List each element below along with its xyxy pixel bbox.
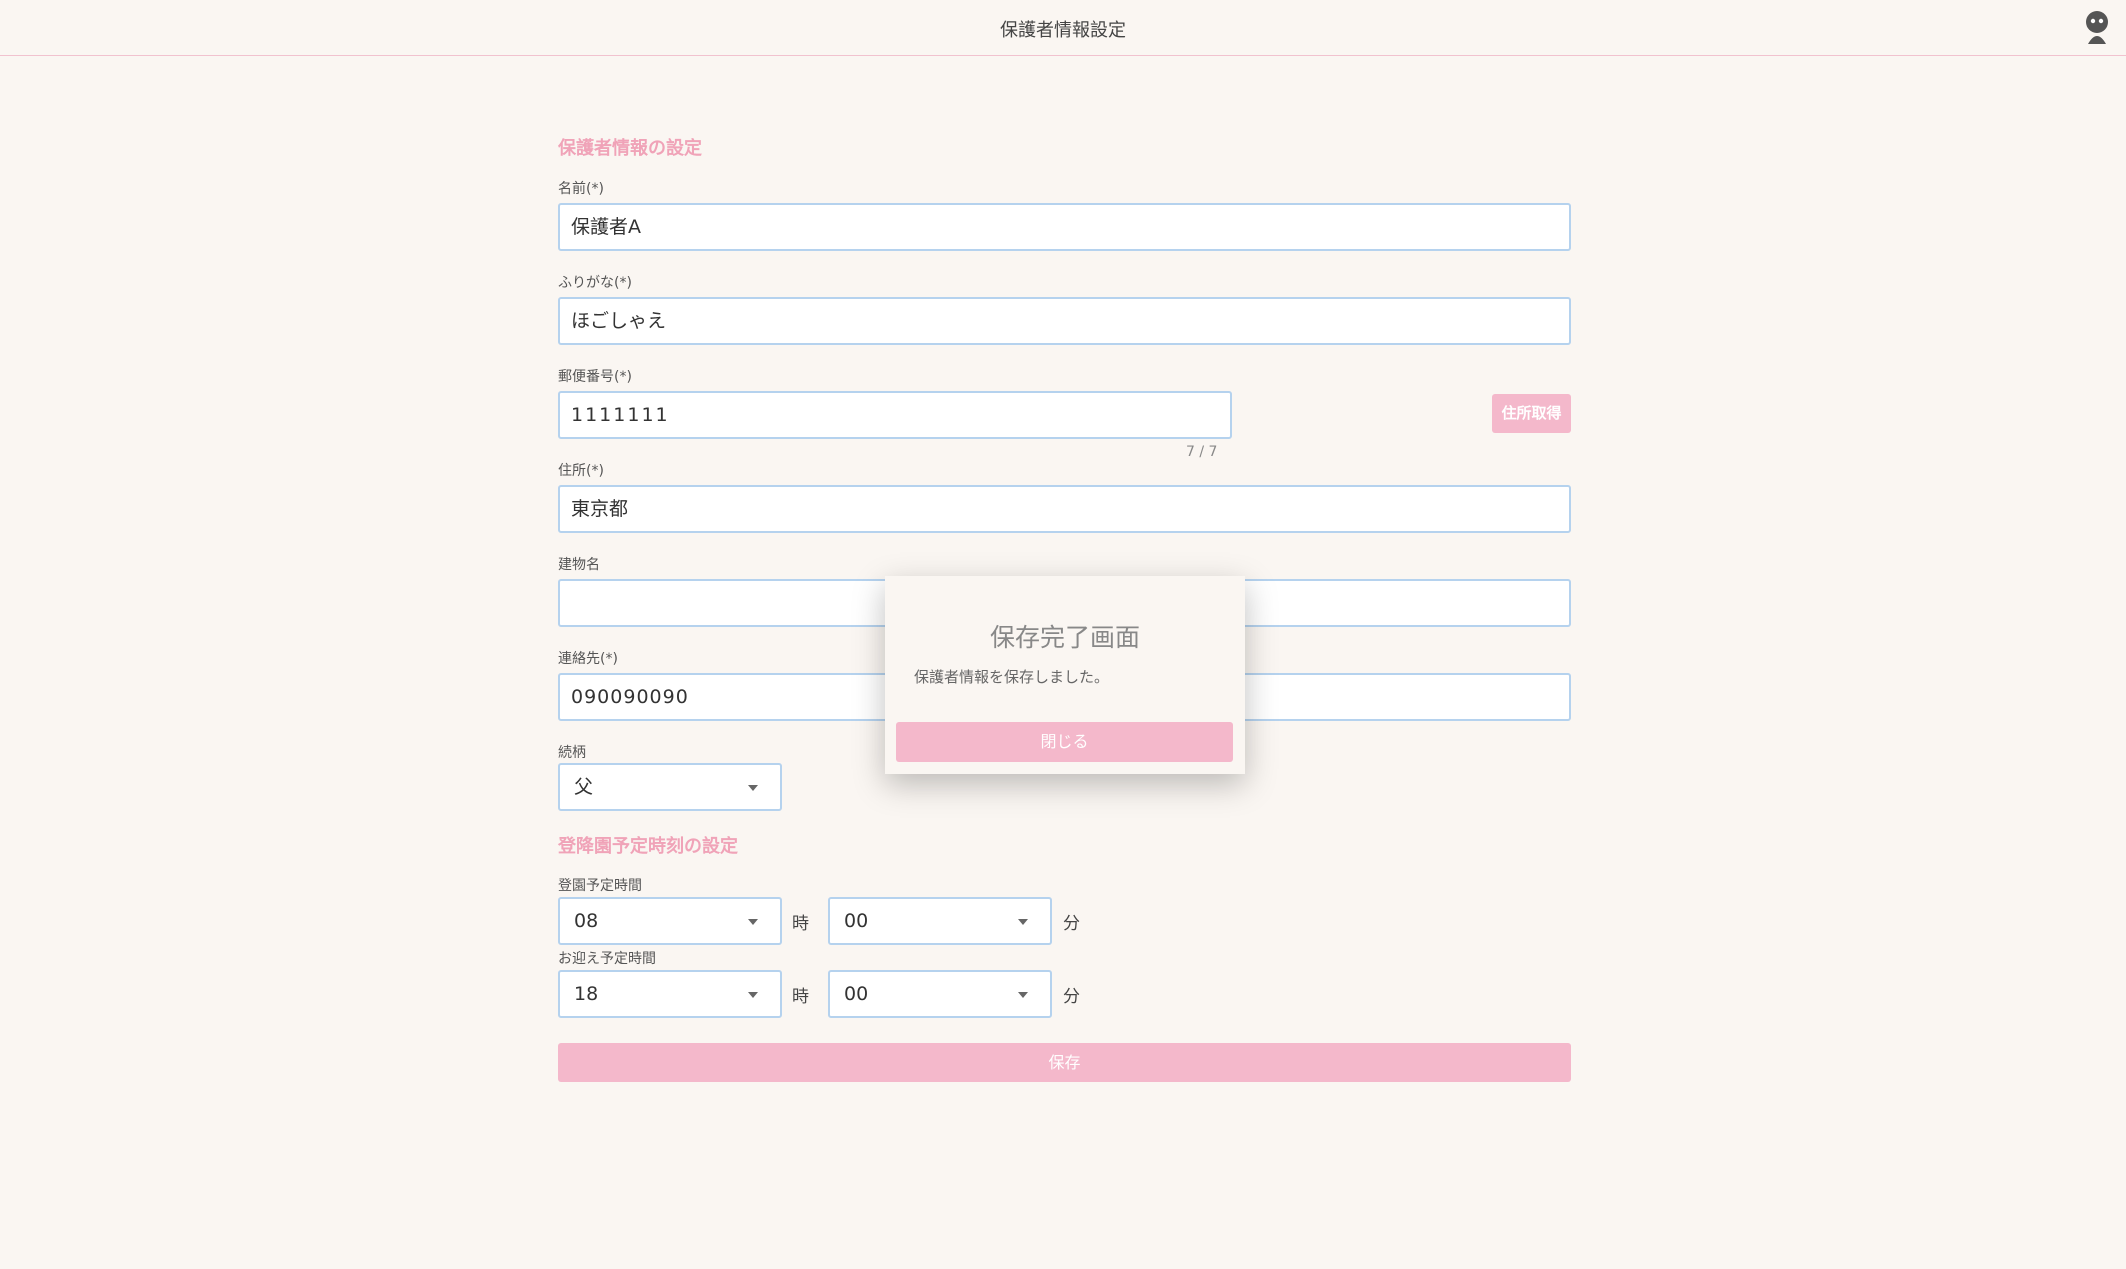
hour-unit: 時 — [792, 914, 809, 934]
pickup-hour-select[interactable]: 18 — [558, 970, 782, 1018]
pickup-time-label: お迎え予定時間 — [558, 951, 656, 967]
relation-label: 続柄 — [558, 745, 586, 761]
pickup-minute-select[interactable]: 00 — [828, 970, 1052, 1018]
schedule-section-title: 登降園予定時刻の設定 — [558, 836, 738, 857]
pickup-hour-value: 18 — [574, 983, 599, 1005]
arrival-hour-value: 08 — [574, 910, 599, 932]
furigana-input[interactable]: ほごしゃえ — [558, 297, 1571, 345]
arrival-minute-value: 00 — [844, 910, 869, 932]
page-title: 保護者情報設定 — [1000, 20, 1126, 41]
postal-input[interactable]: 1111111 — [558, 391, 1232, 439]
furigana-label: ふりがな(*) — [558, 275, 632, 291]
chevron-down-icon — [748, 919, 758, 925]
get-address-button[interactable]: 住所取得 — [1492, 394, 1571, 433]
minute-unit: 分 — [1063, 987, 1080, 1007]
address-label: 住所(*) — [558, 463, 604, 479]
dialog-title: 保存完了画面 — [989, 623, 1140, 652]
arrival-minute-select[interactable]: 00 — [828, 897, 1052, 945]
postal-label: 郵便番号(*) — [558, 369, 632, 385]
building-label: 建物名 — [558, 557, 600, 573]
pickup-minute-value: 00 — [844, 983, 869, 1005]
app-header: 保護者情報設定 — [0, 0, 2126, 56]
chevron-down-icon — [1018, 919, 1028, 925]
address-input[interactable]: 東京都 — [558, 485, 1571, 533]
user-avatar-icon[interactable] — [2082, 10, 2112, 44]
name-input[interactable]: 保護者A — [558, 203, 1571, 251]
minute-unit: 分 — [1063, 914, 1080, 934]
chevron-down-icon — [748, 785, 758, 791]
save-complete-dialog: 保存完了画面 保護者情報を保存しました。 閉じる — [885, 576, 1245, 774]
name-label: 名前(*) — [558, 181, 604, 197]
relation-select[interactable]: 父 — [558, 763, 782, 811]
postal-char-counter: 7 / 7 — [1186, 444, 1218, 460]
contact-label: 連絡先(*) — [558, 651, 618, 667]
relation-select-value: 父 — [574, 776, 594, 798]
hour-unit: 時 — [792, 987, 809, 1007]
dialog-message: 保護者情報を保存しました。 — [914, 668, 1110, 686]
chevron-down-icon — [748, 992, 758, 998]
save-button[interactable]: 保存 — [558, 1043, 1571, 1082]
arrival-hour-select[interactable]: 08 — [558, 897, 782, 945]
chevron-down-icon — [1018, 992, 1028, 998]
close-button[interactable]: 閉じる — [896, 722, 1233, 762]
guardian-section-title: 保護者情報の設定 — [558, 138, 702, 159]
arrival-time-label: 登園予定時間 — [558, 878, 642, 894]
